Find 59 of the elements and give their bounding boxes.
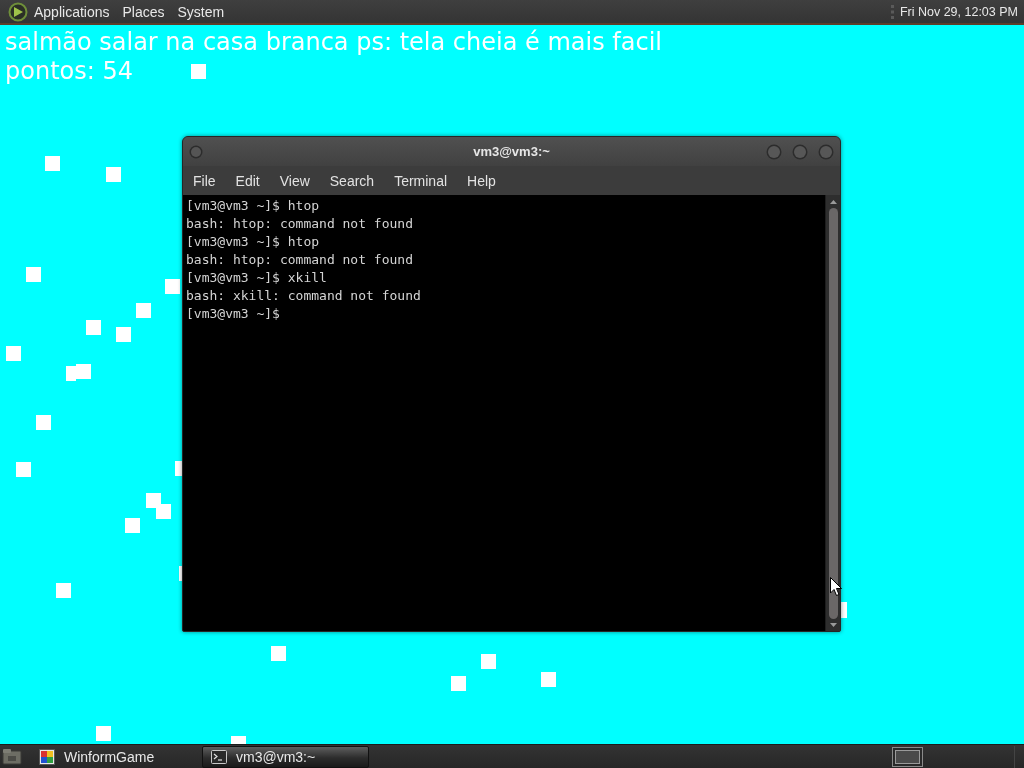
- color-grid-icon: [39, 748, 55, 765]
- game-block: [541, 672, 556, 687]
- window-menu-button[interactable]: [189, 144, 203, 159]
- game-block: [6, 346, 21, 361]
- close-button[interactable]: [818, 143, 834, 160]
- game-block: [56, 583, 71, 598]
- menu-item[interactable]: Edit: [225, 169, 270, 192]
- maximize-button[interactable]: [792, 143, 808, 160]
- down-arrow-icon[interactable]: [829, 623, 837, 627]
- terminal-line: bash: htop: command not found: [186, 215, 413, 233]
- terminal-icon: [211, 749, 227, 764]
- game-block: [36, 415, 51, 430]
- game-block: [96, 726, 111, 741]
- game-block: [231, 736, 246, 744]
- workspace-switcher[interactable]: [892, 746, 923, 767]
- menu-item[interactable]: Terminal: [384, 169, 458, 192]
- terminal-line: [vm3@vm3 ~]$ htop: [186, 233, 320, 251]
- game-message: salmão salar na casa branca ps: tela cheia é mais facil: [5, 28, 662, 57]
- terminal-line: bash: xkill: command not found: [186, 287, 421, 305]
- game-block: [16, 462, 31, 477]
- game-block: [26, 267, 41, 282]
- game-block: [136, 303, 151, 318]
- game-block: [116, 327, 131, 342]
- terminal-line: [vm3@vm3 ~]$ xkill: [186, 269, 327, 287]
- game-block: [86, 320, 101, 335]
- panel-menu[interactable]: Places: [116, 2, 172, 21]
- game-block: [156, 504, 171, 519]
- terminal-line: [vm3@vm3 ~]$: [186, 305, 280, 323]
- triangle-circle-icon[interactable]: [8, 1, 28, 22]
- game-block: [125, 518, 140, 533]
- task-button[interactable]: vm3@vm3:~: [202, 745, 369, 768]
- game-block: [451, 676, 466, 691]
- mouse-pointer-icon: [830, 577, 842, 596]
- terminal-line: bash: htop: command not found: [186, 251, 413, 269]
- game-block: [271, 646, 286, 661]
- game-block: [165, 279, 180, 294]
- game-block: [175, 461, 182, 476]
- terminal-line: [vm3@vm3 ~]$ htop: [186, 197, 320, 215]
- window-title: vm3@vm3:~: [473, 144, 550, 159]
- game-block: [481, 654, 496, 669]
- scrollbar-thumb[interactable]: [828, 208, 838, 619]
- task-button[interactable]: WinformGame: [30, 745, 197, 768]
- score-text: pontos: 54: [5, 57, 133, 86]
- minimize-button[interactable]: [766, 143, 782, 160]
- menu-item[interactable]: File: [183, 169, 226, 192]
- game-block: [45, 156, 60, 171]
- game-block: [179, 566, 182, 581]
- menu-item[interactable]: Search: [319, 169, 385, 192]
- game-block: [106, 167, 121, 182]
- clock[interactable]: Fri Nov 29, 12:03 PM: [899, 3, 1018, 20]
- menu-item[interactable]: View: [269, 169, 320, 192]
- game-block: [841, 602, 847, 618]
- menu-item[interactable]: Help: [457, 169, 506, 192]
- desktop-icon[interactable]: [2, 747, 22, 766]
- panel-menu[interactable]: Applications: [28, 2, 117, 21]
- grip-icon: [890, 4, 894, 19]
- panel-menu[interactable]: System: [171, 2, 232, 21]
- up-arrow-icon[interactable]: [829, 200, 837, 204]
- game-block: [191, 64, 206, 79]
